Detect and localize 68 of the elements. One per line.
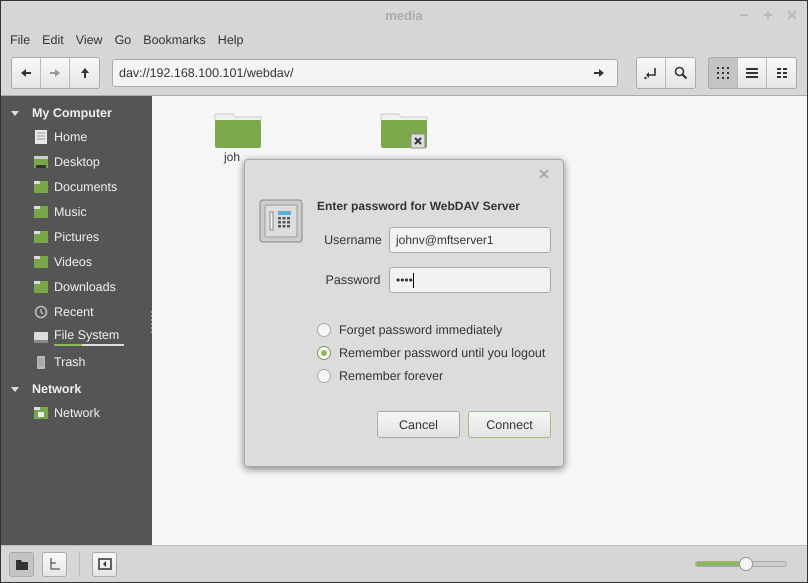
- return-arrow-icon: [644, 66, 658, 80]
- list-icon: [745, 66, 759, 80]
- tree-icon: [48, 557, 62, 571]
- folder-icon: [33, 204, 49, 220]
- input-field[interactable]: ••••: [389, 267, 551, 293]
- radio-button[interactable]: [317, 346, 331, 360]
- location-field[interactable]: dav://192.168.100.101/webdav/: [112, 59, 618, 87]
- places-button[interactable]: [9, 552, 34, 576]
- menu-item[interactable]: Edit: [42, 33, 64, 47]
- toggle-location-button[interactable]: [637, 58, 666, 88]
- sidebar-item[interactable]: Network: [1, 400, 152, 425]
- folder-icon: [33, 278, 49, 294]
- input-field[interactable]: johnv@mftserver1: [389, 227, 551, 253]
- tree-button[interactable]: [42, 552, 67, 576]
- search-icon: [674, 66, 688, 80]
- sidebar-item[interactable]: Pictures: [1, 224, 152, 249]
- sidebar-item[interactable]: Downloads: [1, 274, 152, 299]
- sidebar-icon: [98, 557, 112, 571]
- go-arrow-icon[interactable]: [593, 68, 605, 78]
- dialog-title: Enter password for WebDAV Server: [317, 199, 521, 213]
- section-heading: My Computer: [32, 106, 112, 120]
- cancel-button[interactable]: Cancel: [377, 411, 460, 438]
- list-view-button[interactable]: [738, 58, 767, 88]
- up-arrow-icon: [80, 67, 90, 79]
- clock-icon: [33, 304, 49, 320]
- document-icon: [33, 128, 49, 144]
- folder-icon: [33, 228, 49, 244]
- sidebar-item[interactable]: Documents: [1, 174, 152, 199]
- expander-icon[interactable]: [10, 108, 20, 118]
- option-label: Remember password until you logout: [339, 346, 546, 360]
- columns-icon: [774, 66, 788, 80]
- option-label: Remember forever: [339, 369, 444, 383]
- search-button[interactable]: [666, 58, 695, 88]
- field-label: Username: [323, 233, 383, 247]
- option-label: Forget password immediately: [339, 323, 502, 337]
- sidebar-item[interactable]: File System: [1, 324, 152, 349]
- left-arrow-icon: [20, 68, 32, 78]
- menu-item[interactable]: Go: [114, 33, 132, 47]
- radio-button[interactable]: [317, 323, 331, 337]
- up-button[interactable]: [70, 58, 99, 88]
- safe-icon: [259, 199, 303, 243]
- menu-item[interactable]: File: [10, 33, 30, 47]
- expander-icon[interactable]: [10, 384, 20, 394]
- sidebar-toggle-button[interactable]: [92, 552, 117, 576]
- right-arrow-icon: [49, 68, 61, 78]
- folder-icon: [14, 557, 28, 571]
- sidebar-item[interactable]: Recent: [1, 299, 152, 324]
- section-heading: Network: [32, 382, 82, 396]
- menu-item[interactable]: View: [76, 33, 103, 47]
- sidebar-item[interactable]: Music: [1, 199, 152, 224]
- menu-item[interactable]: Bookmarks: [143, 33, 206, 47]
- desktop-icon: [33, 154, 49, 170]
- radio-button[interactable]: [317, 369, 331, 383]
- sidebar-item[interactable]: Videos: [1, 249, 152, 274]
- network-folder-icon: [33, 404, 49, 420]
- folder-icon: [33, 178, 49, 194]
- sidebar-item[interactable]: Trash: [1, 349, 152, 374]
- menu-item[interactable]: Help: [218, 33, 244, 47]
- connect-button[interactable]: Connect: [468, 411, 551, 438]
- sidebar-item[interactable]: Desktop: [1, 149, 152, 174]
- back-button[interactable]: [12, 58, 41, 88]
- sidebar-item[interactable]: Home: [1, 124, 152, 149]
- field-label: Password: [324, 273, 382, 287]
- icon-view-button[interactable]: [709, 58, 738, 88]
- file-name: joh: [224, 150, 240, 164]
- compact-view-button[interactable]: [767, 58, 796, 88]
- grid-icon: [716, 66, 730, 80]
- folder-icon: [33, 254, 49, 270]
